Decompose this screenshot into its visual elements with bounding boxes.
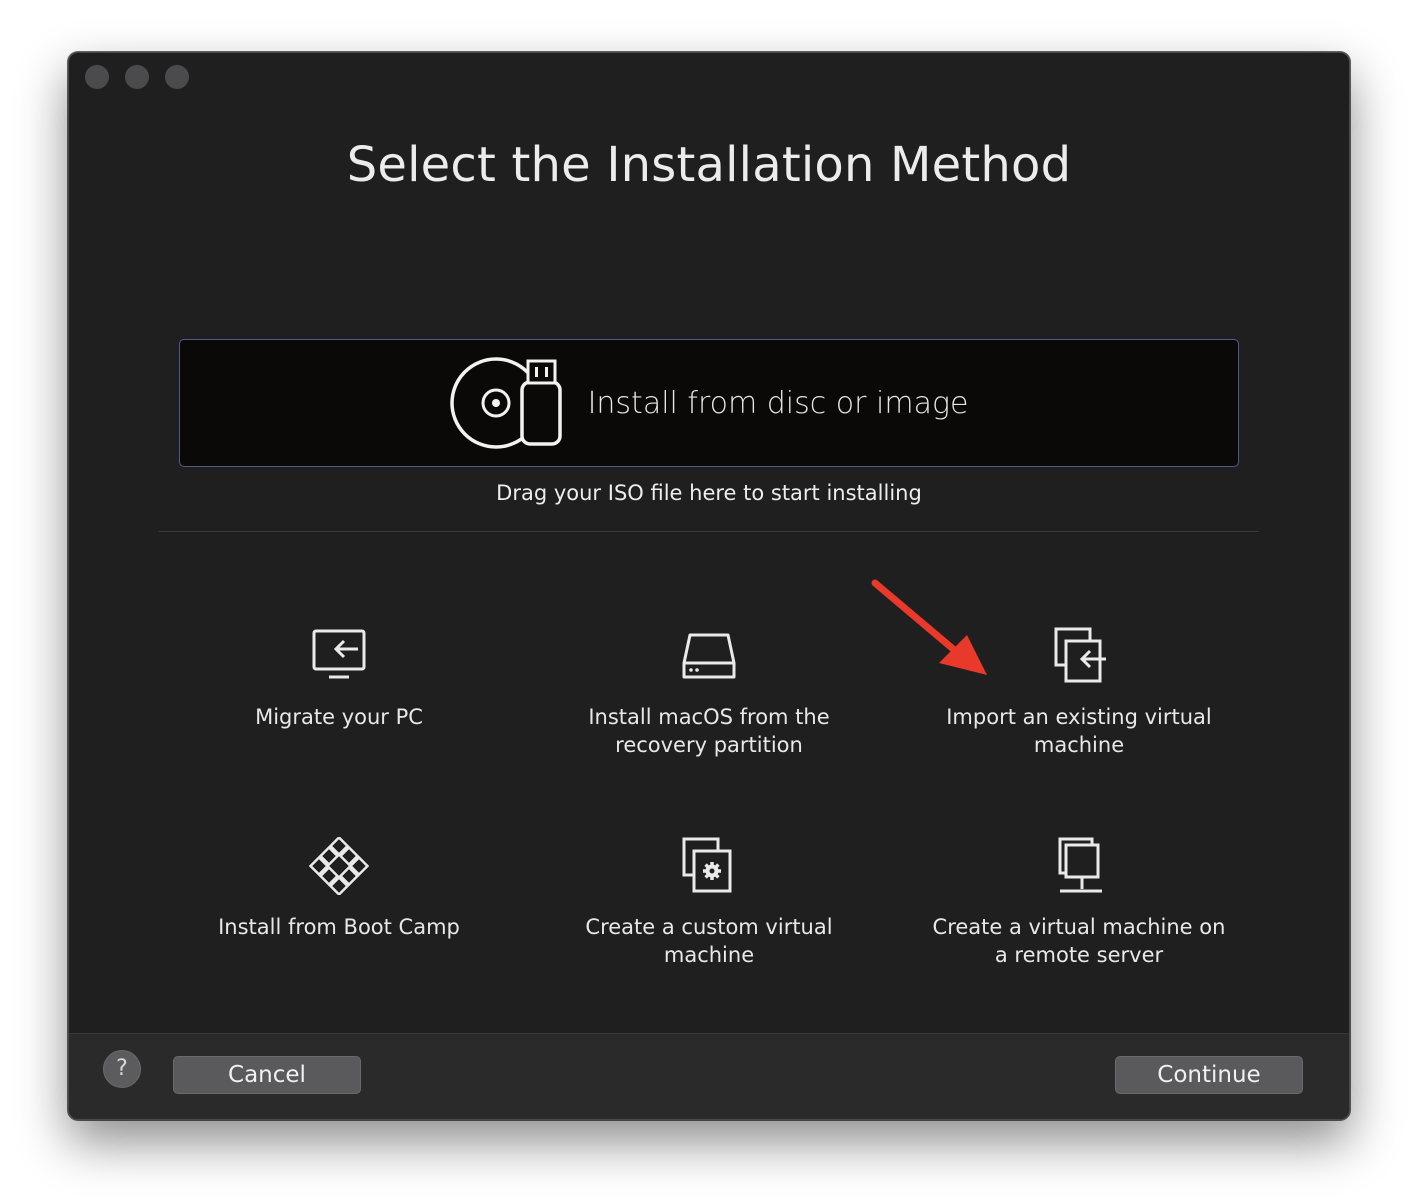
option-install-boot-camp[interactable]: Install from Boot Camp (169, 837, 509, 941)
page-title: Select the Installation Method (346, 137, 1072, 193)
option-create-custom-vm[interactable]: Create a custom virtual machine (539, 837, 879, 969)
install-from-disc-dropzone[interactable]: Install from disc or image (179, 339, 1239, 467)
annotation-arrow-icon (871, 579, 987, 675)
boot-camp-icon (308, 837, 370, 895)
option-label: Import an existing virtual machine (946, 705, 1212, 757)
option-install-macos-recovery[interactable]: Install macOS from the recovery partitio… (539, 627, 879, 759)
option-create-remote-vm[interactable]: Create a virtual machine on a remote ser… (909, 837, 1249, 969)
hard-drive-icon (682, 633, 736, 679)
option-label: Migrate your PC (255, 705, 423, 729)
option-label: Install from Boot Camp (218, 915, 460, 939)
section-divider (159, 531, 1259, 532)
disc-usb-icon (449, 357, 562, 449)
footer-bar: ? Cancel Continue (69, 1033, 1349, 1119)
option-label: Create a virtual machine on a remote ser… (932, 915, 1226, 967)
close-window-button[interactable] (85, 65, 109, 89)
minimize-window-button[interactable] (125, 65, 149, 89)
dropzone-hint: Drag your ISO file here to start install… (496, 481, 922, 505)
option-label: Create a custom virtual machine (585, 915, 833, 967)
continue-button[interactable]: Continue (1115, 1056, 1303, 1094)
option-label: Install macOS from the recovery partitio… (588, 705, 830, 757)
remote-server-icon (1058, 837, 1102, 893)
zoom-window-button[interactable] (165, 65, 189, 89)
import-vm-icon (1054, 627, 1106, 683)
window-controls (85, 65, 189, 89)
cancel-button[interactable]: Cancel (173, 1056, 361, 1094)
migrate-pc-icon (312, 629, 366, 679)
custom-vm-icon (682, 837, 732, 893)
dropzone-label: Install from disc or image (587, 385, 969, 421)
help-button[interactable]: ? (103, 1050, 141, 1088)
option-migrate-pc[interactable]: Migrate your PC (169, 627, 509, 731)
installation-method-window: Select the Installation Method Install f… (68, 52, 1350, 1120)
